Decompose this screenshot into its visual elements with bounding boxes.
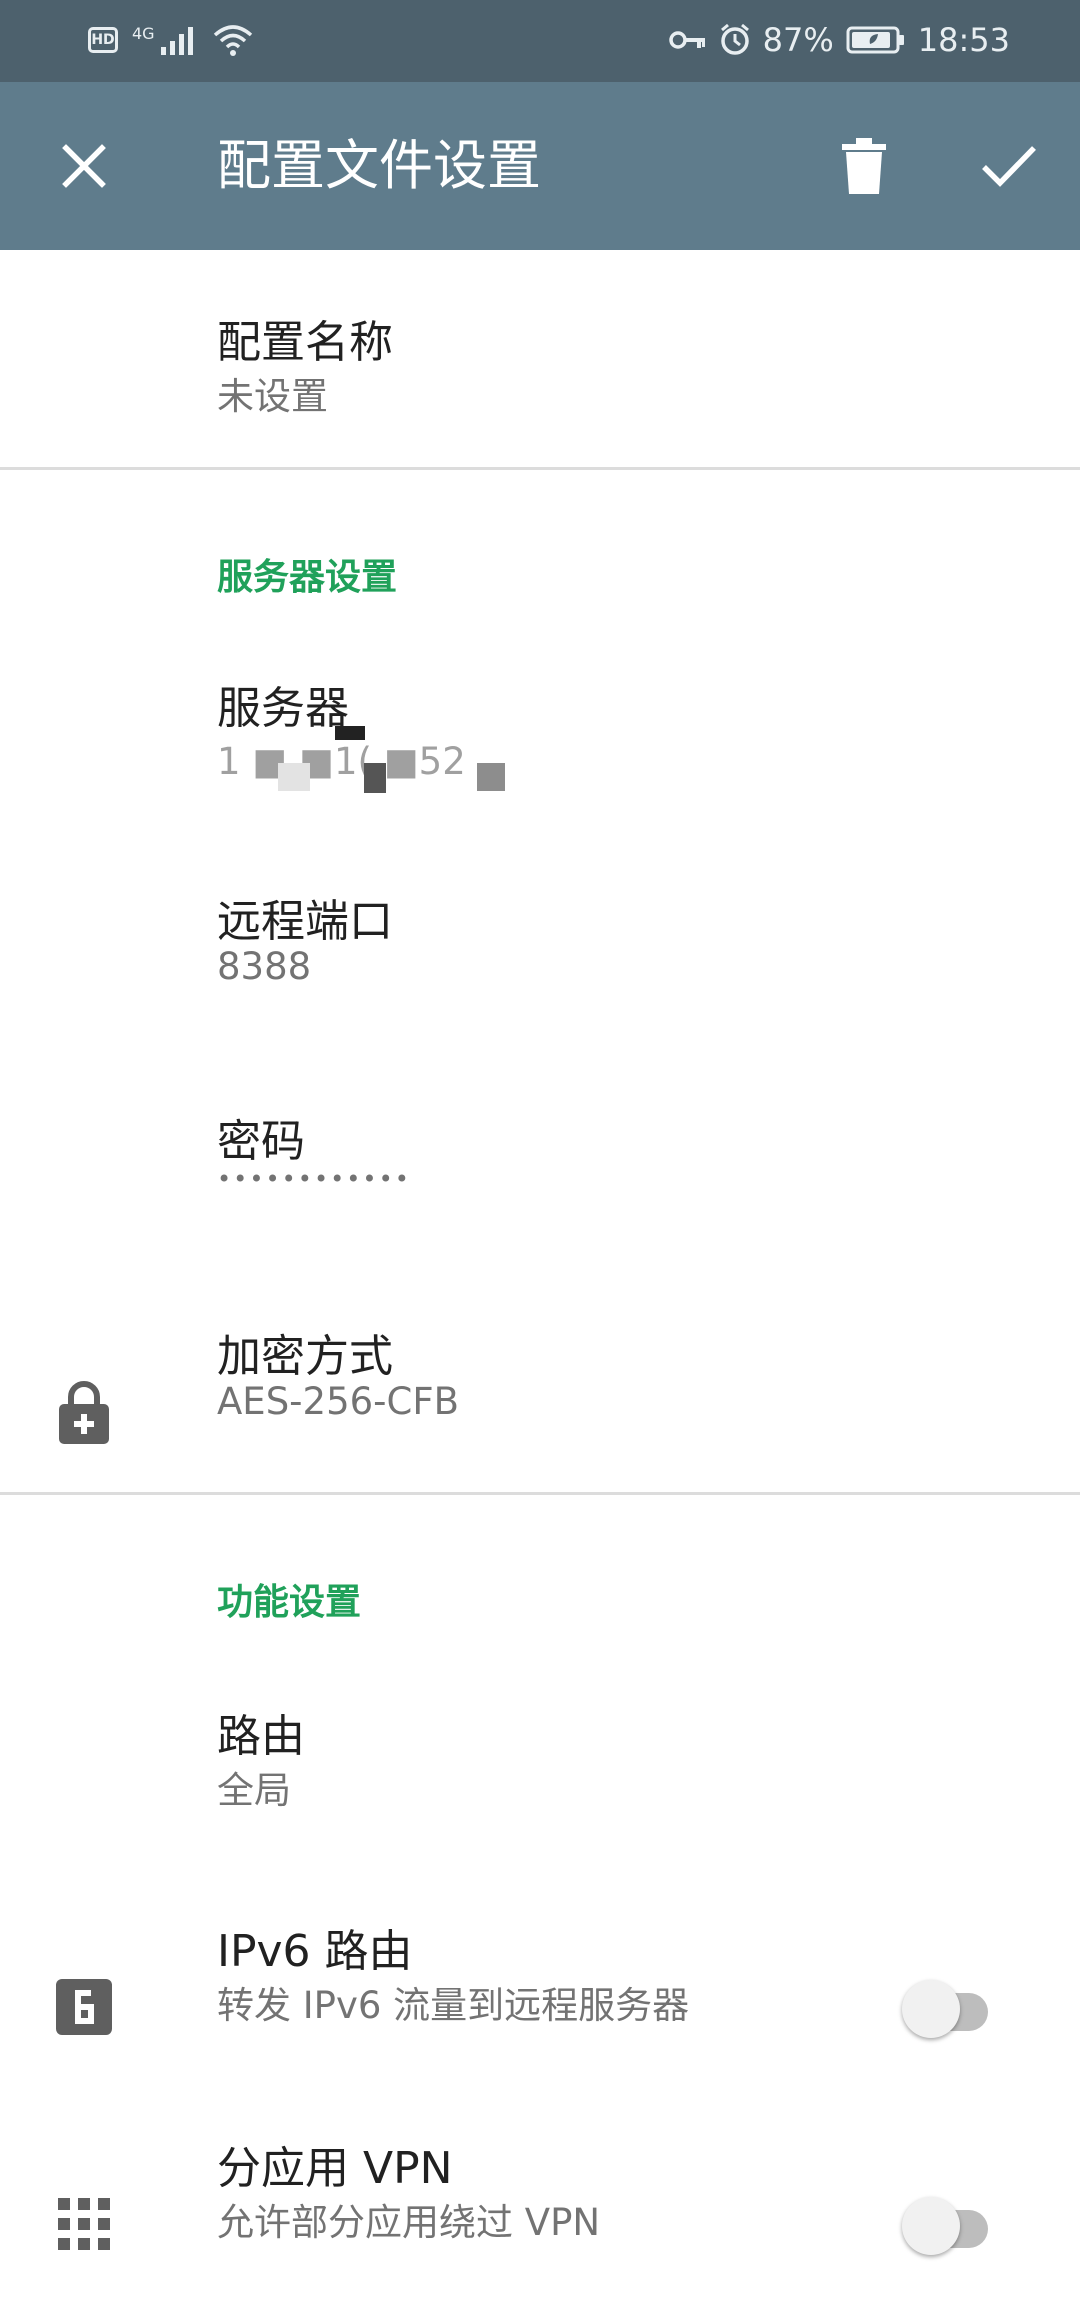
page-title: 配置文件设置 [217,134,541,197]
close-button[interactable] [50,132,118,200]
per-app-description: 允许部分应用绕过 VPN [217,2201,601,2244]
encryption-icon-wrap [56,1380,112,1444]
redaction-mark [335,726,365,740]
server-value: 1 ■ ■1( ■52 [217,740,466,783]
remote-port-label: 远程端口 [217,896,393,947]
section-divider [0,1492,1080,1495]
network-type: 4G [132,23,155,43]
check-icon [982,146,1036,187]
profile-name-label: 配置名称 [217,317,393,368]
vpn-key-icon [668,31,705,49]
clock: 18:53 [917,21,1010,59]
per-app-switch[interactable] [902,2192,998,2256]
password-value: •••••••••••• [217,1165,411,1193]
feature-section-header: 功能设置 [217,1582,362,1623]
redaction-mark [364,763,386,793]
battery-percent: 87% [762,21,834,59]
password-label: 密码 [217,1116,305,1167]
per-app-label: 分应用 VPN [217,2143,453,2194]
route-label: 路由 [217,1711,305,1762]
route-value: 全局 [217,1769,291,1812]
profile-name-row[interactable]: 配置名称 未设置 [0,250,1080,468]
trash-icon [842,138,886,194]
delete-button[interactable] [830,132,898,200]
redaction-mark [477,763,505,791]
status-left: HD 4G [88,20,253,60]
password-row[interactable]: 密码 •••••••••••• [0,1085,1080,1295]
remote-port-row[interactable]: 远程端口 8388 [0,865,1080,1075]
apps-grid-icon [58,2198,110,2250]
encryption-value: AES-256-CFB [217,1380,459,1423]
toolbar: 配置文件设置 [0,82,1080,250]
ipv6-description: 转发 IPv6 流量到远程服务器 [217,1984,690,2027]
ipv6-six-icon [56,1979,112,2035]
battery-icon [846,26,904,54]
redaction-mark [278,763,310,791]
signal-icon [160,27,193,55]
wifi-icon [213,25,252,56]
remote-port-value: 8388 [217,945,312,988]
encryption-row[interactable]: 加密方式 AES-256-CFB [0,1300,1080,1514]
per-app-vpn-row[interactable]: 分应用 VPN 允许部分应用绕过 VPN [0,2112,1080,2312]
section-divider [0,467,1080,470]
ipv6-icon-wrap [56,1975,112,2039]
server-row[interactable]: 服务器 1 ■ ■1( ■52 [0,650,1080,860]
hd-badge: HD [88,27,118,53]
encryption-label: 加密方式 [217,1331,393,1382]
switch-thumb [902,2197,960,2255]
ipv6-route-row[interactable]: IPv6 路由 转发 IPv6 流量到远程服务器 [0,1895,1080,2105]
alarm-icon [720,23,749,55]
close-icon [62,144,106,188]
switch-thumb [902,1980,960,2038]
lock-plus-icon [59,1381,109,1444]
status-right: 87% 18:53 [668,20,1010,60]
server-label: 服务器 [217,683,349,734]
profile-name-value: 未设置 [217,375,328,418]
per-app-icon-wrap [56,2192,112,2256]
server-section-header: 服务器设置 [217,557,398,598]
ipv6-label: IPv6 路由 [217,1926,413,1977]
ipv6-switch[interactable] [902,1975,998,2039]
save-button[interactable] [975,132,1043,200]
status-bar: HD 4G 87% 18:53 [0,0,1080,82]
app-screen: HD 4G 87% 18:53 配置文件设置 配置名称 未设置 服务器设置 服务… [0,0,1080,2312]
route-row[interactable]: 路由 全局 [0,1680,1080,1890]
